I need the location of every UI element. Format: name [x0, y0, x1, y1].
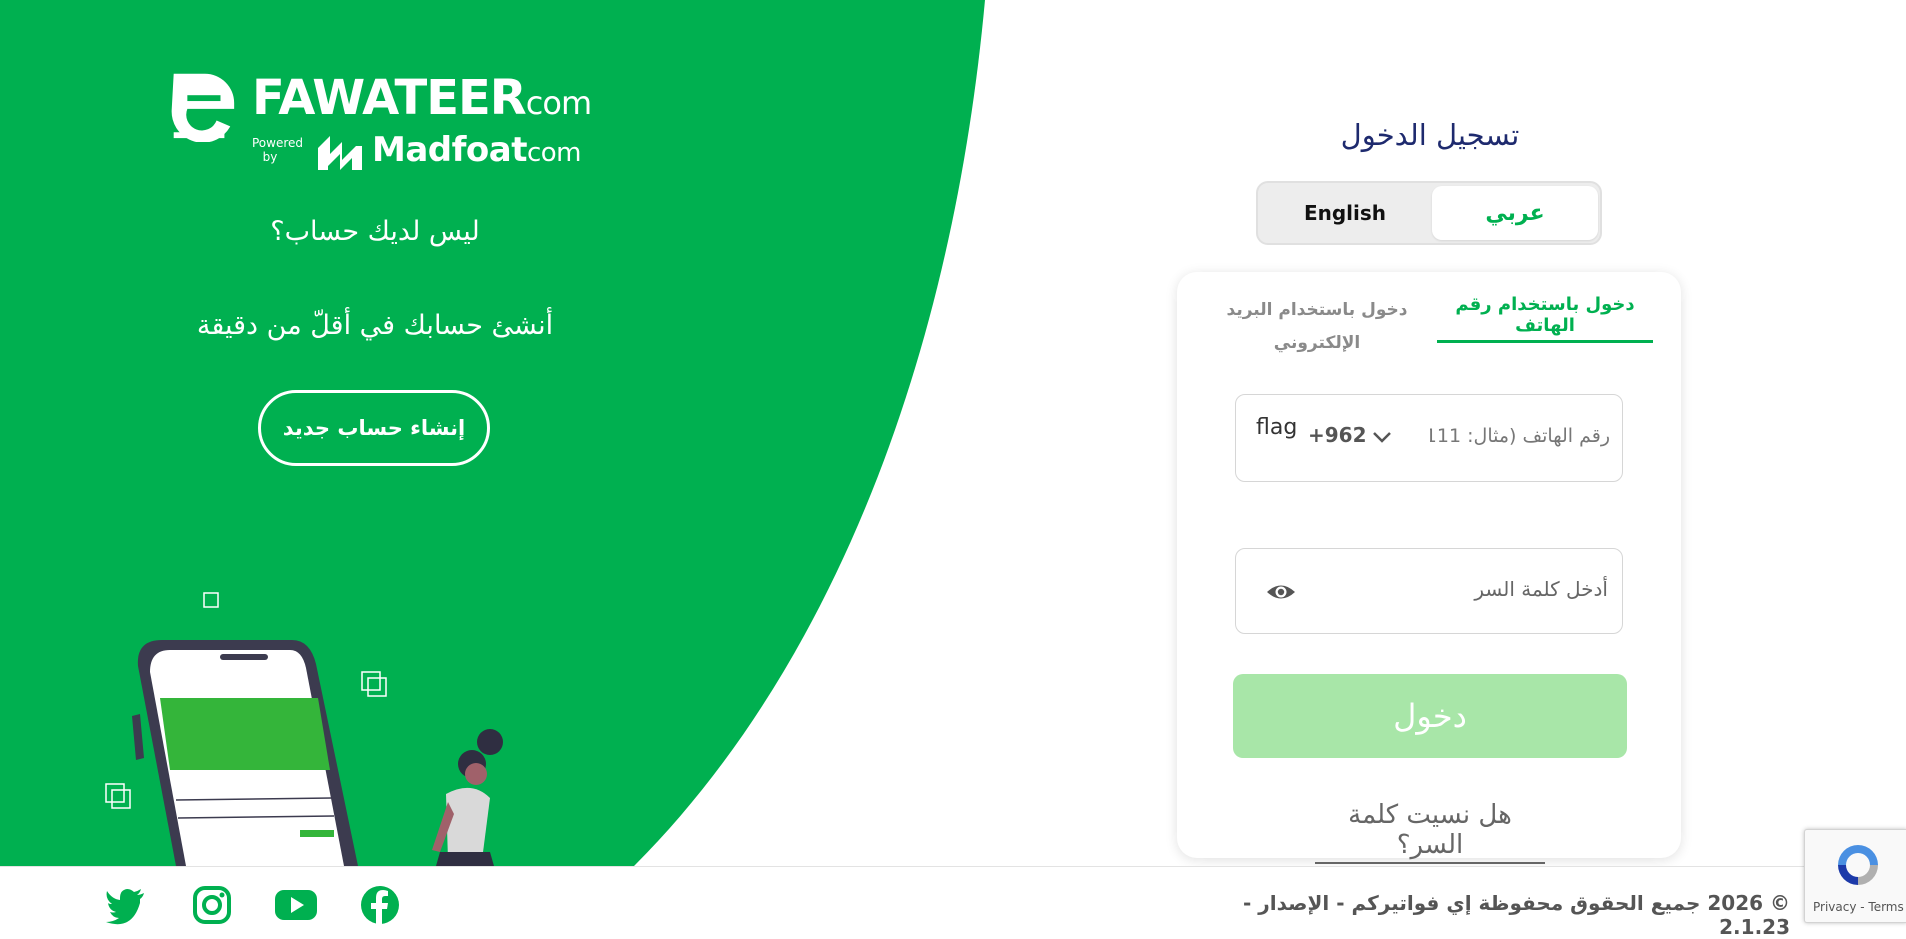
- password-input[interactable]: أدخل كلمة السر: [1474, 577, 1608, 601]
- login-submit-button[interactable]: دخول: [1233, 674, 1627, 758]
- youtube-icon[interactable]: [274, 885, 318, 925]
- footer: © 2026 جميع الحقوق محفوظة إي فواتيركم - …: [0, 866, 1906, 939]
- create-account-button[interactable]: إنشاء حساب جديد: [258, 390, 490, 466]
- no-account-question: ليس لديك حساب؟: [270, 216, 480, 247]
- language-english-button[interactable]: English: [1258, 183, 1432, 243]
- country-flag-icon[interactable]: flag: [1256, 417, 1296, 461]
- recaptcha-links[interactable]: Privacy - Terms: [1813, 900, 1904, 914]
- efawateer-e-icon: [171, 73, 235, 142]
- madfoat-logo-icon: [318, 136, 362, 170]
- copyright-text: © 2026 جميع الحقوق محفوظة إي فواتيركم - …: [1243, 891, 1790, 939]
- eye-icon[interactable]: [1266, 579, 1296, 605]
- powered-by-label: Powered by: [252, 136, 304, 164]
- forgot-password-link[interactable]: هل نسيت كلمة السر؟: [1315, 800, 1545, 864]
- tab-phone-login[interactable]: دخول باستخدام رقم الهاتف: [1437, 294, 1653, 343]
- phone-input-field[interactable]: flag +962 رقم الهاتف (مثال: 770001111): [1235, 394, 1623, 482]
- phone-input[interactable]: رقم الهاتف (مثال: 770001111): [1430, 425, 1610, 447]
- password-input-field[interactable]: أدخل كلمة السر: [1235, 548, 1623, 634]
- login-title: تسجيل الدخول: [1340, 118, 1520, 152]
- create-account-subtitle: أنشئ حسابك في أقلّ من دقيقة: [196, 310, 554, 341]
- facebook-icon[interactable]: [360, 885, 400, 925]
- partner-name: Madfoatcom: [372, 130, 582, 170]
- fawateer-logo: FAWATEERcom Powered by Madfoatcom: [162, 64, 592, 174]
- phone-illustration: [105, 592, 503, 866]
- recaptcha-badge[interactable]: Privacy - Terms: [1804, 829, 1906, 923]
- instagram-icon[interactable]: [192, 885, 232, 925]
- recaptcha-icon: [1838, 845, 1878, 885]
- brand-name: FAWATEERcom: [252, 70, 592, 126]
- chevron-down-icon[interactable]: [1370, 425, 1394, 449]
- login-card: دخول باستخدام رقم الهاتف دخول باستخدام ا…: [1177, 272, 1681, 864]
- twitter-icon[interactable]: [106, 885, 146, 925]
- language-toggle: English عربي: [1256, 181, 1602, 245]
- dial-code[interactable]: +962: [1308, 423, 1367, 447]
- language-arabic-button[interactable]: عربي: [1432, 186, 1598, 240]
- tab-email-login[interactable]: دخول باستخدام البريد الإلكتروني: [1207, 294, 1427, 360]
